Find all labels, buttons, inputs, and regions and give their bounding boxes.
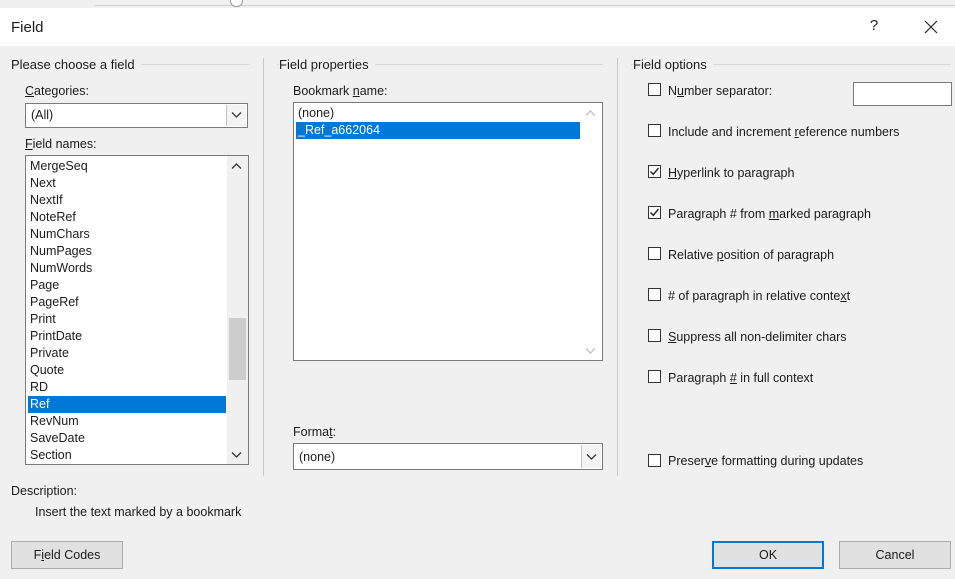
checkmark-icon: [650, 167, 660, 176]
option-checkbox[interactable]: [648, 370, 661, 383]
scroll-down-button[interactable]: [227, 446, 248, 463]
right-group-title: Field options: [633, 57, 713, 72]
dialog-title: Field: [11, 19, 44, 36]
scroll-up-button[interactable]: [227, 157, 248, 174]
preserve-formatting-checkbox[interactable]: [648, 454, 661, 467]
field-names-scrollbar[interactable]: [227, 156, 248, 464]
field-name-item[interactable]: RevNum: [28, 413, 226, 430]
chevron-up-icon: [585, 110, 596, 116]
description-label: Description:: [11, 484, 77, 498]
field-name-item[interactable]: RD: [28, 379, 226, 396]
option-label: # of paragraph in relative context: [668, 289, 851, 303]
option-checkbox[interactable]: [648, 124, 661, 137]
field-name-item[interactable]: PrintDate: [28, 328, 226, 345]
bookmark-item[interactable]: _Ref_a662064: [296, 122, 580, 139]
field-name-item[interactable]: Print: [28, 311, 226, 328]
ruler-line: [95, 5, 955, 6]
ok-button[interactable]: OK: [712, 541, 824, 569]
field-name-item[interactable]: Section: [28, 447, 226, 464]
option-label: Paragraph # from marked paragraph: [668, 207, 871, 221]
help-button[interactable]: ?: [866, 17, 882, 37]
field-name-item[interactable]: Next: [28, 175, 226, 192]
format-dropdown[interactable]: (none): [293, 443, 603, 470]
scroll-up-button: [581, 104, 602, 121]
dropdown-button[interactable]: [226, 105, 246, 126]
field-name-item[interactable]: NumPages: [28, 243, 226, 260]
cancel-button[interactable]: Cancel: [839, 541, 951, 569]
dropdown-button[interactable]: [581, 445, 601, 468]
field-name-item[interactable]: Ref: [28, 396, 226, 413]
preserve-formatting-label: Preserve formatting during updates: [668, 454, 864, 468]
option-checkbox[interactable]: [648, 83, 661, 96]
option-label: Relative position of paragraph: [668, 248, 835, 262]
bookmark-scrollbar: [581, 103, 602, 360]
option-checkbox[interactable]: [648, 288, 661, 301]
field-name-item[interactable]: Page: [28, 277, 226, 294]
column-separator: [617, 58, 618, 476]
option-label: Hyperlink to paragraph: [668, 166, 795, 180]
description-text: Insert the text marked by a bookmark: [35, 505, 242, 519]
option-label: Include and increment reference numbers: [668, 125, 900, 139]
left-group-title: Please choose a field: [11, 57, 141, 72]
chevron-down-icon: [231, 112, 242, 118]
format-value: (none): [299, 450, 336, 464]
number-separator-input[interactable]: [853, 82, 952, 106]
background-strip: [0, 0, 955, 8]
scroll-thumb[interactable]: [229, 318, 246, 380]
checkmark-icon: [650, 208, 660, 217]
bookmark-item[interactable]: (none): [296, 105, 580, 122]
field-name-item[interactable]: SaveDate: [28, 430, 226, 447]
close-button[interactable]: [918, 16, 944, 38]
chevron-down-icon: [585, 348, 596, 354]
field-names-label: Field names:: [25, 137, 97, 151]
bookmark-name-label: Bookmark name:: [293, 84, 388, 98]
field-name-item[interactable]: MergeSeq: [28, 158, 226, 175]
option-checkbox[interactable]: [648, 206, 661, 219]
option-label: Paragraph # in full context: [668, 371, 814, 385]
scroll-down-button: [581, 342, 602, 359]
chevron-down-icon: [231, 452, 242, 458]
field-name-item[interactable]: NextIf: [28, 192, 226, 209]
close-icon: [924, 20, 938, 34]
dialog-titlebar: Field ?: [0, 8, 955, 46]
categories-dropdown[interactable]: (All): [25, 103, 248, 128]
field-names-list[interactable]: MergeSeq Next NextIf NoteRef NumChars NumPage…: [25, 155, 249, 465]
middle-group-title: Field properties: [279, 57, 375, 72]
bookmark-names-list[interactable]: (none) _Ref_a662064: [293, 102, 603, 361]
option-checkbox[interactable]: [648, 329, 661, 342]
option-checkbox[interactable]: [648, 247, 661, 260]
chevron-down-icon: [586, 454, 597, 460]
column-separator: [263, 58, 264, 476]
field-codes-button[interactable]: Field Codes: [11, 541, 123, 569]
format-label: Format:: [293, 425, 337, 439]
option-checkbox[interactable]: [648, 165, 661, 178]
chevron-up-icon: [231, 163, 242, 169]
option-label: Suppress all non-delimiter chars: [668, 330, 847, 344]
field-name-item[interactable]: NoteRef: [28, 209, 226, 226]
field-name-item[interactable]: NumWords: [28, 260, 226, 277]
field-name-item[interactable]: NumChars: [28, 226, 226, 243]
option-label: Number separator:: [668, 84, 773, 98]
field-name-item[interactable]: Quote: [28, 362, 226, 379]
categories-label: Categories:: [25, 84, 89, 98]
categories-value: (All): [31, 108, 54, 122]
field-name-item[interactable]: PageRef: [28, 294, 226, 311]
field-name-item[interactable]: Private: [28, 345, 226, 362]
